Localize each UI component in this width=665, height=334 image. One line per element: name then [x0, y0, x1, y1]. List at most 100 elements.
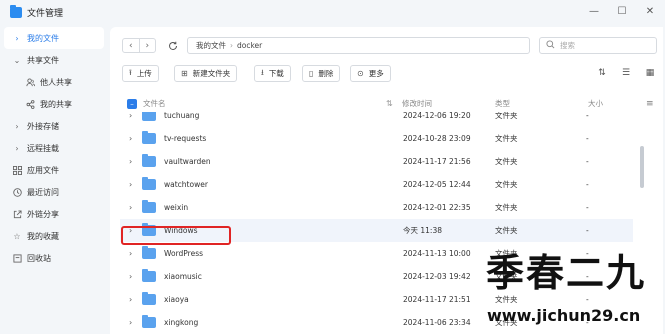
new-folder-button[interactable]: ⊞ 新建文件夹 — [174, 65, 238, 82]
breadcrumb[interactable]: 我的文件 › docker — [187, 37, 530, 54]
sidebar-item-label: 应用文件 — [27, 165, 59, 175]
sidebar-item-shared-files[interactable]: ⌄ 共享文件 — [0, 49, 108, 71]
refresh-button[interactable] — [165, 38, 181, 53]
chevron-right-icon: › — [15, 143, 19, 153]
file-date: 2024-11-17 21:56 — [403, 157, 471, 166]
file-type: 文件夹 — [495, 203, 518, 212]
expand-icon[interactable]: › — [129, 203, 132, 212]
table-row[interactable]: › tuchuang 2024-12-06 19:20 文件夹 - — [120, 112, 633, 127]
file-date: 2024-10-28 23:09 — [403, 134, 471, 143]
more-label: 更多 — [368, 69, 384, 78]
file-date: 2024-11-13 10:00 — [403, 249, 471, 258]
upload-button[interactable]: ⭱ 上传 — [122, 65, 159, 82]
folder-icon — [142, 131, 156, 144]
maximize-button[interactable]: ☐ — [615, 4, 629, 18]
file-type: 文件夹 — [495, 226, 518, 235]
scrollbar[interactable] — [640, 112, 645, 334]
sort-arrow-icon[interactable]: ⇅ — [386, 99, 393, 108]
folder-icon — [142, 177, 156, 190]
trash-icon — [11, 253, 23, 263]
table-header: – 文件名 ⇅ 修改时间 类型 大小 ≡ — [110, 95, 663, 112]
file-size: - — [586, 295, 589, 304]
refresh-icon — [169, 41, 177, 50]
file-name: WordPress — [164, 249, 204, 258]
column-header-size[interactable]: 大小 — [588, 98, 603, 109]
file-type: 文件夹 — [495, 295, 518, 304]
back-button[interactable]: ‹ — [123, 39, 139, 52]
new-folder-label: 新建文件夹 — [192, 69, 231, 78]
sidebar-item-favorites[interactable]: ☆ 我的收藏 — [0, 225, 108, 247]
download-label: 下载 — [268, 69, 284, 78]
sidebar-item-remote-mount[interactable]: › 远程挂载 — [0, 137, 108, 159]
file-size: - — [586, 112, 589, 120]
external-link-icon — [11, 209, 23, 219]
table-row[interactable]: › tv-requests 2024-10-28 23:09 文件夹 - — [120, 127, 633, 150]
file-date: 2024-12-01 22:35 — [403, 203, 471, 212]
history-buttons: ‹ › — [122, 38, 156, 53]
minimize-button[interactable]: — — [587, 4, 601, 18]
sidebar-item-label: 共享文件 — [27, 55, 59, 65]
search-icon — [546, 39, 555, 52]
expand-icon[interactable]: › — [129, 157, 132, 166]
column-settings-icon[interactable]: ≡ — [646, 99, 654, 109]
title-bar: 文件管理 — ☐ ✕ — [0, 0, 665, 24]
sidebar-item-shared-with-me[interactable]: 他人共享 — [0, 71, 108, 93]
close-button[interactable]: ✕ — [643, 4, 657, 18]
sidebar-item-my-shares[interactable]: 我的共享 — [0, 93, 108, 115]
expand-icon[interactable]: › — [129, 318, 132, 327]
app-folder-icon — [10, 4, 22, 18]
file-date: 今天 11:38 — [403, 226, 442, 235]
grid-icon — [11, 165, 23, 175]
users-icon — [24, 77, 36, 87]
expand-icon[interactable]: › — [129, 112, 132, 120]
breadcrumb-item-my-files[interactable]: 我的文件 — [196, 40, 226, 51]
expand-icon[interactable]: › — [129, 134, 132, 143]
table-row[interactable]: › vaultwarden 2024-11-17 21:56 文件夹 - — [120, 150, 633, 173]
expand-icon[interactable]: › — [129, 272, 132, 281]
grid-view-button[interactable]: ▦ — [643, 66, 657, 80]
sidebar-item-recycle-bin[interactable]: 回收站 — [0, 247, 108, 269]
folder-icon — [142, 292, 156, 305]
sidebar-item-app-files[interactable]: 应用文件 — [0, 159, 108, 181]
select-all-checkbox[interactable]: – — [127, 98, 137, 109]
file-type: 文件夹 — [495, 157, 518, 166]
file-name: xiaomusic — [164, 272, 202, 281]
file-size: - — [586, 157, 589, 166]
trash-icon: ▯ — [309, 69, 314, 78]
chevron-right-icon: › — [15, 33, 19, 43]
file-name: xingkong — [164, 318, 199, 327]
highlight-annotation — [121, 226, 231, 245]
column-header-date[interactable]: 修改时间 — [402, 98, 432, 109]
sidebar-item-external-storage[interactable]: › 外接存储 — [0, 115, 108, 137]
expand-icon[interactable]: › — [129, 249, 132, 258]
sidebar-item-link-share[interactable]: 外链分享 — [0, 203, 108, 225]
sidebar-item-label: 远程挂载 — [27, 143, 59, 153]
scrollbar-thumb[interactable] — [640, 146, 644, 188]
sidebar-item-my-files[interactable]: › 我的文件 — [4, 27, 104, 49]
table-row[interactable]: › weixin 2024-12-01 22:35 文件夹 - — [120, 196, 633, 219]
column-header-type[interactable]: 类型 — [495, 98, 510, 109]
view-options: ⇅ ☰ ▦ — [595, 66, 657, 80]
sidebar-item-recent[interactable]: 最近访问 — [0, 181, 108, 203]
file-size: - — [586, 134, 589, 143]
file-list: › tuchuang 2024-12-06 19:20 文件夹 - › tv-r… — [110, 112, 633, 334]
breadcrumb-separator-icon: › — [230, 41, 233, 50]
column-header-name[interactable]: 文件名 — [143, 98, 166, 109]
more-button[interactable]: ⊙ 更多 — [350, 65, 391, 82]
expand-icon[interactable]: › — [129, 295, 132, 304]
expand-icon[interactable]: › — [129, 180, 132, 189]
sort-button[interactable]: ⇅ — [595, 66, 609, 80]
delete-button[interactable]: ▯ 删除 — [302, 65, 341, 82]
table-row[interactable]: › watchtower 2024-12-05 12:44 文件夹 - — [120, 173, 633, 196]
sidebar-item-label: 回收站 — [27, 253, 51, 263]
breadcrumb-item-docker[interactable]: docker — [237, 41, 262, 50]
file-date: 2024-12-06 19:20 — [403, 112, 471, 120]
forward-button[interactable]: › — [138, 39, 156, 52]
folder-icon — [142, 269, 156, 282]
file-name: weixin — [164, 203, 189, 212]
search-input[interactable]: 搜索 — [539, 37, 657, 54]
list-view-button[interactable]: ☰ — [619, 66, 633, 80]
download-button[interactable]: ⭳ 下载 — [254, 65, 291, 82]
file-date: 2024-12-05 12:44 — [403, 180, 471, 189]
toolbar: ⭱ 上传 ⊞ 新建文件夹 ⭳ 下载 ▯ 删除 ⊙ 更多 ⇅ ☰ ▦ — [110, 65, 663, 84]
